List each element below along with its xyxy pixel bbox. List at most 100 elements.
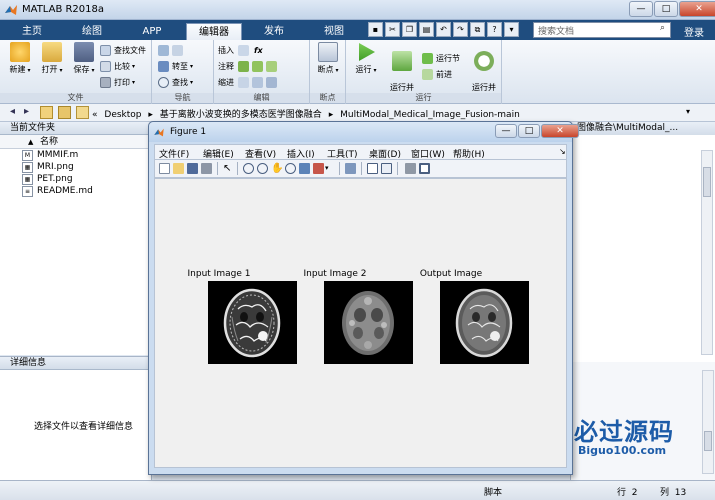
- back-arrow-icon[interactable]: ◂: [6, 106, 19, 119]
- brush-dropdown-icon[interactable]: ▾: [325, 163, 336, 174]
- paste-icon[interactable]: ▤: [419, 22, 434, 37]
- undo-icon[interactable]: ↶: [436, 22, 451, 37]
- insert-colorbar-icon[interactable]: [367, 163, 378, 174]
- pan-hand-icon[interactable]: ✋: [271, 163, 283, 174]
- menu-desktop[interactable]: 桌面(D): [369, 147, 401, 160]
- show-plot-tools-icon[interactable]: [419, 163, 430, 174]
- figure-close-button[interactable]: ✕: [541, 124, 579, 138]
- tab-plots[interactable]: 绘图: [70, 23, 114, 40]
- login-link[interactable]: 登录: [684, 24, 704, 39]
- command-scrollbar-thumb[interactable]: [704, 431, 712, 451]
- menu-tools[interactable]: 工具(T): [327, 147, 358, 160]
- details-title: 详细信息: [0, 357, 151, 370]
- figure-window[interactable]: Figure 1 — □ ✕ 文件(F) 编辑(E) 查看(V) 插入(I) 工…: [148, 121, 579, 475]
- copy-icon[interactable]: ❐: [402, 22, 417, 37]
- run-button[interactable]: 运行 ▾: [350, 42, 382, 75]
- menu-file[interactable]: 文件(F): [159, 147, 189, 160]
- maximize-button[interactable]: □: [654, 1, 678, 17]
- toolbar-separator: [237, 162, 238, 175]
- pointer-icon[interactable]: ↖: [223, 163, 234, 174]
- figure-toolbar: ↖ ✋ ▾: [154, 160, 567, 178]
- editor-scrollbar[interactable]: [701, 150, 713, 355]
- run-section-button[interactable]: 运行节: [422, 52, 460, 65]
- minimize-button[interactable]: —: [629, 1, 653, 17]
- zoom-in-icon[interactable]: [243, 163, 254, 174]
- forward-arrow-icon[interactable]: ▸: [20, 106, 33, 119]
- tab-apps[interactable]: APP: [130, 23, 174, 40]
- indent-button[interactable]: 缩进: [218, 76, 280, 89]
- mri-brain-image: [208, 281, 297, 364]
- status-file-type: 脚本: [484, 488, 503, 498]
- file-row[interactable]: M MMMIF.m: [0, 149, 151, 161]
- editor-scrollbar-thumb[interactable]: [703, 167, 711, 197]
- insert-button[interactable]: 插入 fx: [218, 44, 263, 57]
- dropdown-icon[interactable]: ▾: [504, 22, 519, 37]
- compare-button[interactable]: 比较 ▾: [100, 60, 135, 73]
- name-column-header[interactable]: ▲ 名称: [0, 135, 151, 149]
- file-row[interactable]: ▦ PET.png: [0, 173, 151, 185]
- menu-edit[interactable]: 编辑(E): [203, 147, 234, 160]
- command-scrollbar[interactable]: [702, 370, 714, 474]
- editor-tab-header[interactable]: 图像融合\MultiModal_...: [571, 122, 715, 135]
- forward-icon: [172, 45, 183, 56]
- file-row[interactable]: ▦ MRI.png: [0, 161, 151, 173]
- browse-folder-icon[interactable]: [58, 106, 71, 119]
- comment-button[interactable]: 注释: [218, 60, 280, 73]
- tab-editor[interactable]: 编辑器: [186, 23, 242, 40]
- tab-publish[interactable]: 发布: [252, 23, 296, 40]
- path-dropdown-icon[interactable]: ▾: [686, 107, 690, 116]
- menu-view[interactable]: 查看(V): [245, 147, 276, 160]
- up-folder-icon[interactable]: [40, 106, 53, 119]
- find-button[interactable]: 查找 ▾: [158, 76, 193, 89]
- link-plot-icon[interactable]: [345, 163, 356, 174]
- breadcrumb[interactable]: « Desktop ▸ 基于离散小波变换的多模态医学图像融合 ▸ MultiMo…: [92, 107, 524, 120]
- open-file-icon[interactable]: [173, 163, 184, 174]
- close-button[interactable]: ✕: [679, 1, 715, 17]
- brush-icon[interactable]: [313, 163, 324, 174]
- advance-button[interactable]: 前进: [422, 68, 452, 81]
- find-files-button[interactable]: 查找文件: [100, 44, 146, 57]
- help-icon[interactable]: ?: [487, 22, 502, 37]
- breadcrumb-repo-folder[interactable]: MultiModal_Medical_Image_Fusion-main: [340, 110, 520, 120]
- new-button[interactable]: 新建 ▾: [4, 42, 36, 75]
- fx-icon[interactable]: fx: [254, 46, 263, 55]
- tab-view[interactable]: 视图: [312, 23, 356, 40]
- hide-plot-tools-icon[interactable]: [405, 163, 416, 174]
- figure-titlebar[interactable]: Figure 1 — □ ✕: [149, 122, 579, 142]
- menu-expand-icon[interactable]: ↘: [559, 147, 566, 156]
- menu-window[interactable]: 窗口(W): [411, 147, 445, 160]
- insert-legend-icon[interactable]: [381, 163, 392, 174]
- tab-home[interactable]: 主页: [10, 23, 54, 40]
- switch-windows-icon[interactable]: ⧉: [470, 22, 485, 37]
- figure-minimize-button[interactable]: —: [495, 124, 517, 138]
- file-row[interactable]: ≡ README.md: [0, 185, 151, 197]
- window-title: MATLAB R2018a: [22, 4, 105, 15]
- goto-button[interactable]: 转至 ▾: [158, 60, 193, 73]
- rotate-3d-icon[interactable]: [285, 163, 296, 174]
- breadcrumb-desktop[interactable]: Desktop: [104, 110, 141, 120]
- figure-maximize-button[interactable]: □: [518, 124, 540, 138]
- nav-back-forward[interactable]: [158, 44, 186, 57]
- data-cursor-icon[interactable]: [299, 163, 310, 174]
- print-figure-icon[interactable]: [201, 163, 212, 174]
- run-section-icon: [422, 53, 433, 64]
- cut-icon[interactable]: ✂: [385, 22, 400, 37]
- search-input[interactable]: 搜索文档: [533, 22, 671, 38]
- search-icon[interactable]: ⌕: [660, 23, 665, 33]
- save-button[interactable]: 保存 ▾: [68, 42, 100, 75]
- ribbon-group-file: 新建 ▾ 打开 ▾ 保存 ▾ 查找文件 比较 ▾ 打印 ▾ 文件: [0, 40, 152, 104]
- zoom-out-icon[interactable]: [257, 163, 268, 174]
- redo-icon[interactable]: ↷: [453, 22, 468, 37]
- group-label-navigate: 导航: [152, 93, 213, 103]
- save-icon[interactable]: ▪: [368, 22, 383, 37]
- menu-help[interactable]: 帮助(H): [453, 147, 485, 160]
- print-button[interactable]: 打印 ▾: [100, 76, 135, 89]
- breakpoints-button[interactable]: 断点 ▾: [312, 42, 344, 75]
- save-figure-icon[interactable]: [187, 163, 198, 174]
- figure-canvas[interactable]: Input Image 1 Input Image 2 Output Image: [154, 178, 567, 468]
- menu-insert[interactable]: 插入(I): [287, 147, 315, 160]
- breadcrumb-project-folder[interactable]: 基于离散小波变换的多模态医学图像融合: [160, 110, 322, 120]
- new-figure-icon[interactable]: [159, 163, 170, 174]
- open-button[interactable]: 打开 ▾: [36, 42, 68, 75]
- status-bar: 脚本 行 2 列 13: [0, 480, 715, 500]
